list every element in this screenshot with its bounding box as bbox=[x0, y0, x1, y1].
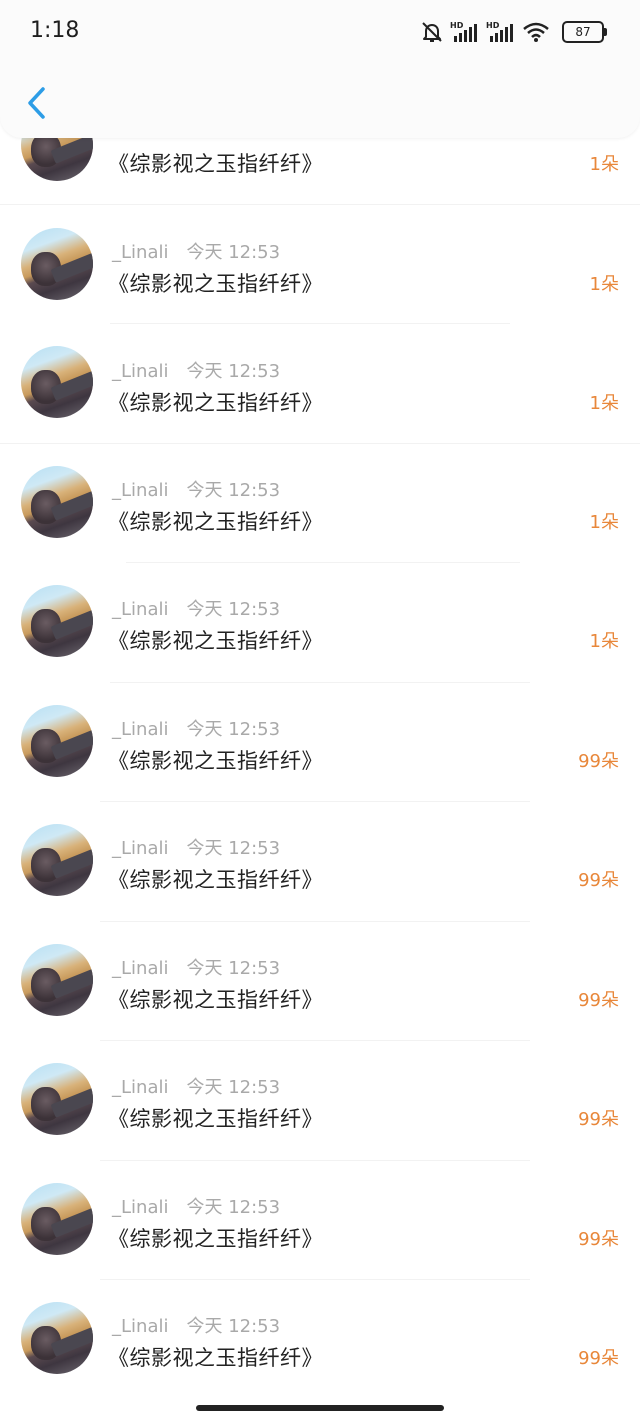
list-item[interactable]: _Linali 今天 12:53 《综影视之玉指纤纤》 1朵 bbox=[0, 443, 640, 563]
row-meta: _Linali 今天 12:53 bbox=[112, 954, 280, 980]
row-meta: _Linali 今天 12:53 bbox=[112, 595, 280, 621]
avatar[interactable] bbox=[21, 585, 93, 657]
book-title: 《综影视之玉指纤纤》 bbox=[108, 1346, 323, 1370]
back-button[interactable] bbox=[18, 82, 54, 124]
book-title: 《综影视之玉指纤纤》 bbox=[108, 391, 323, 415]
row-meta: _Linali 今天 12:53 bbox=[112, 1073, 280, 1099]
book-title: 《综影视之玉指纤纤》 bbox=[108, 152, 323, 176]
gift-count: 1朵 bbox=[589, 631, 619, 652]
divider bbox=[100, 1160, 530, 1161]
divider bbox=[100, 1040, 530, 1041]
divider bbox=[0, 204, 640, 205]
timestamp: 今天 12:53 bbox=[186, 480, 281, 501]
battery-level: 87 bbox=[575, 25, 591, 39]
divider bbox=[100, 1279, 530, 1280]
list-item[interactable]: _Linali 今天 12:53 《综影视之玉指纤纤》 99朵 bbox=[0, 921, 640, 1041]
timestamp: 今天 12:53 bbox=[186, 1316, 281, 1337]
signal-hd-icon: HD bbox=[486, 21, 513, 42]
list-item[interactable]: _Linali 今天 12:53 《综影视之玉指纤纤》 1朵 bbox=[0, 204, 640, 324]
avatar[interactable] bbox=[21, 346, 93, 418]
timestamp: 今天 12:53 bbox=[186, 958, 281, 979]
avatar[interactable] bbox=[21, 944, 93, 1016]
user-name[interactable]: _Linali bbox=[112, 958, 168, 979]
home-indicator[interactable] bbox=[196, 1405, 444, 1411]
book-title: 《综影视之玉指纤纤》 bbox=[108, 629, 323, 653]
gift-count: 1朵 bbox=[589, 274, 619, 295]
list-item[interactable]: _Linali 今天 12:53 《综影视之玉指纤纤》 99朵 bbox=[0, 1280, 640, 1400]
gift-count: 1朵 bbox=[589, 393, 619, 414]
gift-count: 99朵 bbox=[578, 1109, 619, 1130]
book-title: 《综影视之玉指纤纤》 bbox=[108, 868, 323, 892]
user-name[interactable]: _Linali bbox=[112, 1077, 168, 1098]
divider bbox=[100, 921, 530, 922]
timestamp: 今天 12:53 bbox=[186, 719, 281, 740]
divider bbox=[126, 562, 520, 563]
gift-count: 99朵 bbox=[578, 751, 619, 772]
book-title: 《综影视之玉指纤纤》 bbox=[108, 510, 323, 534]
avatar[interactable] bbox=[21, 1302, 93, 1374]
timestamp: 今天 12:53 bbox=[186, 1197, 281, 1218]
gift-count: 1朵 bbox=[589, 512, 619, 533]
list-item[interactable]: _Linali 今天 12:53 《综影视之玉指纤纤》 99朵 bbox=[0, 1160, 640, 1280]
battery-icon: 87 bbox=[562, 21, 607, 43]
timestamp: 今天 12:53 bbox=[186, 242, 281, 263]
avatar[interactable] bbox=[21, 1183, 93, 1255]
row-meta: _Linali 今天 12:53 bbox=[112, 357, 280, 383]
list-item[interactable]: _Linali 今天 12:53 《综影视之玉指纤纤》 99朵 bbox=[0, 1041, 640, 1161]
divider bbox=[0, 443, 640, 444]
user-name[interactable]: _Linali bbox=[112, 1316, 168, 1337]
gift-count: 99朵 bbox=[578, 870, 619, 891]
row-meta: _Linali 今天 12:53 bbox=[112, 476, 280, 502]
row-meta: _Linali 今天 12:53 bbox=[112, 834, 280, 860]
avatar[interactable] bbox=[21, 824, 93, 896]
list-item[interactable]: _Linali 今天 12:53 《综影视之玉指纤纤》 99朵 bbox=[0, 802, 640, 922]
avatar[interactable] bbox=[21, 1063, 93, 1135]
top-bar: 1:18 HD HD 87 bbox=[0, 0, 640, 138]
user-name[interactable]: _Linali bbox=[112, 1197, 168, 1218]
row-meta: _Linali 今天 12:53 bbox=[112, 1193, 280, 1219]
user-name[interactable]: _Linali bbox=[112, 838, 168, 859]
chevron-left-icon bbox=[28, 87, 45, 119]
divider bbox=[110, 682, 530, 683]
row-meta: _Linali 今天 12:53 bbox=[112, 238, 280, 264]
book-title: 《综影视之玉指纤纤》 bbox=[108, 988, 323, 1012]
status-time: 1:18 bbox=[30, 18, 80, 43]
timestamp: 今天 12:53 bbox=[186, 838, 281, 859]
timestamp: 今天 12:53 bbox=[186, 361, 281, 382]
book-title: 《综影视之玉指纤纤》 bbox=[108, 272, 323, 296]
status-icons: HD HD 87 bbox=[420, 18, 607, 46]
list-item[interactable]: _Linali 今天 12:53 《综影视之玉指纤纤》 99朵 bbox=[0, 682, 640, 802]
avatar[interactable] bbox=[21, 705, 93, 777]
gift-count: 1朵 bbox=[589, 154, 619, 175]
book-title: 《综影视之玉指纤纤》 bbox=[108, 1227, 323, 1251]
user-name[interactable]: _Linali bbox=[112, 719, 168, 740]
avatar[interactable] bbox=[21, 466, 93, 538]
svg-text:HD: HD bbox=[450, 21, 464, 30]
list-item[interactable]: _Linali 今天 12:53 《综影视之玉指纤纤》 1朵 bbox=[0, 324, 640, 444]
divider bbox=[110, 323, 510, 324]
book-title: 《综影视之玉指纤纤》 bbox=[108, 1107, 323, 1131]
user-name[interactable]: _Linali bbox=[112, 599, 168, 620]
avatar[interactable] bbox=[21, 228, 93, 300]
book-title: 《综影视之玉指纤纤》 bbox=[108, 749, 323, 773]
wifi-icon bbox=[523, 22, 549, 42]
divider bbox=[100, 801, 530, 802]
svg-text:HD: HD bbox=[486, 21, 500, 30]
user-name[interactable]: _Linali bbox=[112, 480, 168, 501]
gift-count: 99朵 bbox=[578, 1348, 619, 1369]
gift-count: 99朵 bbox=[578, 990, 619, 1011]
row-meta: _Linali 今天 12:53 bbox=[112, 715, 280, 741]
gift-count: 99朵 bbox=[578, 1229, 619, 1250]
row-meta: _Linali 今天 12:53 bbox=[112, 1312, 280, 1338]
screen: 《综影视之玉指纤纤》 1朵 _Linali 今天 12:53 《综影视之玉指纤纤… bbox=[0, 0, 640, 1422]
user-name[interactable]: _Linali bbox=[112, 242, 168, 263]
bell-muted-icon bbox=[422, 22, 442, 42]
user-name[interactable]: _Linali bbox=[112, 361, 168, 382]
list-item[interactable]: _Linali 今天 12:53 《综影视之玉指纤纤》 1朵 bbox=[0, 563, 640, 683]
signal-hd-icon: HD bbox=[450, 21, 477, 42]
timestamp: 今天 12:53 bbox=[186, 599, 281, 620]
timestamp: 今天 12:53 bbox=[186, 1077, 281, 1098]
